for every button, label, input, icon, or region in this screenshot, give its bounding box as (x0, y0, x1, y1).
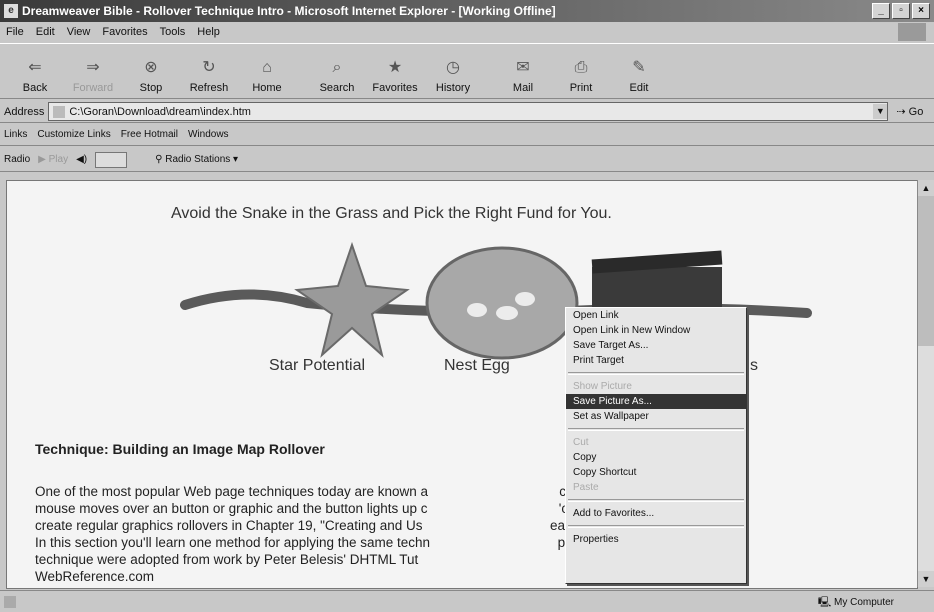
ctx-cut: Cut (573, 437, 589, 448)
history-icon: ◷ (446, 59, 460, 76)
history-button[interactable]: ◷ History (424, 46, 482, 98)
radio-label: Radio (4, 154, 31, 165)
scroll-up-icon[interactable]: ▲ (918, 180, 934, 196)
paragraph-line: create regular graphics rollovers in Cha… (35, 518, 658, 533)
home-icon: ⌂ (262, 59, 272, 76)
standard-toolbar: ⇐ Back ⇒ Forward ⊗ Stop ↻ Refresh ⌂ Home ⌕ Sea… (0, 43, 934, 99)
address-label: Address (4, 105, 45, 118)
technique-heading: Technique: Building an Image Map Rollove… (35, 441, 325, 457)
paragraph-line: WebReference.com (35, 569, 155, 584)
caption-partial[interactable]: s (750, 357, 758, 375)
back-button[interactable]: ⇐ Back (6, 46, 64, 98)
menu-favorites[interactable]: Favorites (102, 26, 147, 38)
link-windows[interactable]: Windows (188, 129, 229, 140)
print-icon: ⎙ (574, 59, 588, 76)
maximize-button[interactable]: ▫ (892, 3, 910, 19)
home-button[interactable]: ⌂ Home (238, 46, 296, 98)
vertical-scrollbar[interactable]: ▲ ▼ (917, 180, 934, 587)
dropdown-arrow-icon[interactable]: ▼ (873, 104, 888, 119)
menu-separator (568, 525, 744, 528)
paragraph-line: technique were adopted from work by Pete… (35, 552, 419, 567)
scroll-down-icon[interactable]: ▼ (918, 571, 934, 587)
stop-icon: ⊗ (144, 59, 158, 76)
refresh-button[interactable]: ↻ Refresh (180, 46, 238, 98)
address-value: C:\Goran\Download\dream\index.htm (69, 105, 251, 118)
computer-icon: 🖳 (817, 597, 832, 608)
paragraph-line: One of the most popular Web page techniq… (35, 484, 672, 499)
radio-tower-icon: ⚲ (155, 154, 163, 165)
radio-bar: Radio ▶ Play ◀) ⚲ Radio Stations ▾ (0, 148, 934, 172)
volume-icon[interactable]: ◀) (76, 154, 87, 165)
minimize-button[interactable]: _ (872, 3, 890, 19)
go-arrow-icon: ⇢ (896, 106, 906, 118)
link-customize-links[interactable]: Customize Links (37, 129, 110, 140)
favorites-icon: ★ (387, 59, 403, 76)
mail-button[interactable]: ✉ Mail (494, 46, 552, 98)
edit-icon: ✎ (632, 59, 646, 76)
play-icon: ▶ (38, 154, 46, 165)
menu-file[interactable]: File (6, 26, 24, 38)
title-bar: e Dreamweaver Bible - Rollover Technique… (0, 0, 934, 22)
status-bar: 🖳 My Computer (0, 590, 934, 612)
windows-logo-icon (898, 23, 926, 41)
search-button[interactable]: ⌕ Search (308, 46, 366, 98)
starfish-image (294, 241, 410, 358)
paragraph-line: In this section you'll learn one method … (35, 535, 646, 550)
volume-slider[interactable] (95, 151, 128, 168)
address-bar: Address C:\Goran\Download\dream\index.ht… (0, 101, 934, 123)
play-button[interactable]: ▶ Play (38, 154, 68, 165)
forward-button[interactable]: ⇒ Forward (64, 46, 122, 98)
ctx-save-picture-as[interactable]: Save Picture As... (566, 394, 746, 409)
menu-separator (568, 428, 744, 431)
menu-separator (568, 372, 744, 375)
paragraph-line: mouse moves over an button or graphic an… (35, 501, 654, 516)
scroll-thumb[interactable] (918, 196, 934, 346)
context-menu: Open Link Open Link in New Window Save T… (565, 307, 747, 584)
zone-indicator: 🖳 My Computer (817, 597, 894, 608)
mail-icon: ✉ (516, 59, 530, 76)
edit-button[interactable]: ✎ Edit (610, 46, 668, 98)
close-button[interactable]: × (912, 3, 930, 19)
ctx-copy[interactable]: Copy (566, 450, 746, 465)
window-controls: _ ▫ × (872, 3, 930, 19)
ctx-add-to-favorites[interactable]: Add to Favorites... (566, 506, 746, 521)
ctx-set-as-wallpaper[interactable]: Set as Wallpaper (566, 409, 746, 424)
stop-button[interactable]: ⊗ Stop (122, 46, 180, 98)
radio-stations-button[interactable]: ⚲ Radio Stations ▾ (155, 154, 238, 165)
ctx-copy-shortcut[interactable]: Copy Shortcut (566, 465, 746, 480)
window-title: Dreamweaver Bible - Rollover Technique I… (22, 4, 556, 18)
menu-bar: File Edit View Favorites Tools Help (0, 22, 934, 42)
ctx-open-link[interactable]: Open Link (566, 308, 746, 323)
nest-egg-image (425, 246, 579, 360)
print-button[interactable]: ⎙ Print (552, 46, 610, 98)
ie-page-icon (4, 595, 16, 608)
menu-separator (568, 499, 744, 502)
menu-help[interactable]: Help (197, 26, 220, 38)
ctx-print-target[interactable]: Print Target (566, 353, 746, 368)
ie-logo-icon: e (4, 4, 18, 18)
page-icon (53, 105, 66, 118)
ctx-save-target-as[interactable]: Save Target As... (566, 338, 746, 353)
menu-edit[interactable]: Edit (36, 26, 55, 38)
go-button[interactable]: ⇢ Go (896, 105, 923, 118)
links-bar: Links Customize Links Free Hotmail Windo… (0, 124, 934, 146)
search-icon: ⌕ (332, 59, 342, 76)
ctx-properties[interactable]: Properties (566, 532, 746, 547)
forward-arrow-icon: ⇒ (86, 59, 100, 76)
ctx-show-picture: Show Picture (573, 381, 632, 392)
favorites-button[interactable]: ★ Favorites (366, 46, 424, 98)
ctx-paste: Paste (573, 482, 599, 493)
menu-view[interactable]: View (67, 26, 91, 38)
back-arrow-icon: ⇐ (28, 59, 42, 76)
links-label: Links (4, 129, 28, 140)
caption-nest-egg[interactable]: Nest Egg (444, 357, 510, 375)
menu-tools[interactable]: Tools (160, 26, 186, 38)
address-input[interactable]: C:\Goran\Download\dream\index.htm ▼ (48, 102, 889, 121)
caption-star-potential[interactable]: Star Potential (269, 357, 365, 375)
technique-paragraph: One of the most popular Web page techniq… (35, 483, 915, 585)
link-free-hotmail[interactable]: Free Hotmail (121, 129, 178, 140)
ctx-open-link-new-window[interactable]: Open Link in New Window (566, 323, 746, 338)
page-viewport: Avoid the Snake in the Grass and Pick th… (6, 180, 918, 589)
refresh-icon: ↻ (202, 59, 216, 76)
